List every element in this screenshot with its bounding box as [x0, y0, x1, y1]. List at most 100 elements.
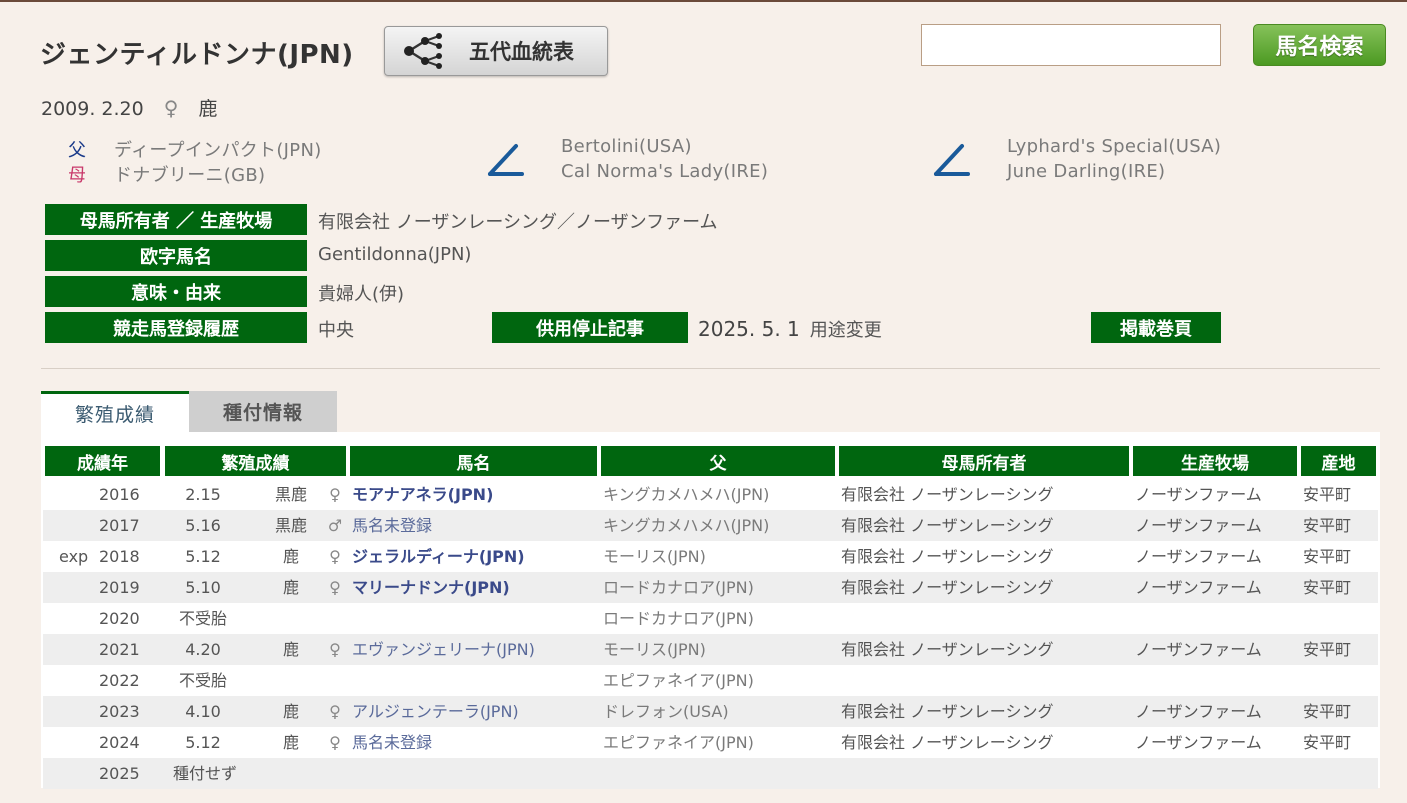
- registry-label: 競走馬登録履歴: [45, 312, 307, 343]
- retire-notice-label: 供用停止記事: [492, 312, 688, 343]
- row-coat-color: 鹿: [282, 733, 299, 752]
- col-header-result: 繁殖成績: [165, 446, 346, 476]
- table-row: 2017 5.16 黒鹿 ♂ 馬名未登録 キングカメハメハ(JPN) 有限会社 ノーザンレー…: [43, 510, 1378, 541]
- tab-stud-info[interactable]: 種付情報: [189, 391, 337, 432]
- pedigree-button[interactable]: 五代血統表: [384, 26, 608, 76]
- row-sire[interactable]: エピファネイア(JPN): [603, 727, 754, 758]
- row-horse-name[interactable]: アルジェンテーラ(JPN): [352, 696, 519, 727]
- row-result: 不受胎: [178, 609, 227, 628]
- col-header-sire: 父: [601, 446, 835, 476]
- row-sire[interactable]: エピファネイア(JPN): [603, 665, 754, 696]
- row-prefix: exp: [59, 547, 89, 566]
- dam-dam-name[interactable]: Cal Norma's Lady(IRE): [561, 161, 768, 182]
- row-prefix: [59, 572, 99, 603]
- row-result: 5.12: [185, 733, 221, 752]
- horse-name-search-button[interactable]: 馬名検索: [1253, 24, 1386, 66]
- col-header-area: 産地: [1301, 446, 1376, 476]
- row-year: 2024: [99, 733, 140, 752]
- col-header-horse-name: 馬名: [350, 446, 597, 476]
- row-owner: 有限会社 ノーザンレーシング: [841, 702, 1054, 721]
- breeding-results-table: 成績年 繁殖成績 馬名 父 母馬所有者 生産牧場 産地 2016 2.15 黒鹿 ♀ モ…: [41, 432, 1380, 789]
- sire-name[interactable]: ディープインパクト(JPN): [114, 136, 322, 162]
- row-area: 安平町: [1303, 516, 1352, 535]
- row-owner: 有限会社 ノーザンレーシング: [841, 547, 1054, 566]
- birth-date: 2009. 2.20: [41, 98, 144, 120]
- row-owner: 有限会社 ノーザンレーシング: [841, 516, 1054, 535]
- row-result: 種付せず: [173, 764, 238, 783]
- owner-farm-label: 母馬所有者 ／ 生産牧場: [45, 204, 307, 235]
- table-row: 2016 2.15 黒鹿 ♀ モアナアネラ(JPN) キングカメハメハ(JPN) 有限会社 …: [43, 479, 1378, 510]
- tab-breeding-results[interactable]: 繁殖成績: [41, 391, 189, 432]
- dam-dam-sire-name[interactable]: Lyphard's Special(USA): [1007, 136, 1221, 157]
- row-sex-symbol: ♀: [329, 485, 341, 504]
- page-title: ジェンティルドンナ(JPN): [40, 40, 354, 70]
- row-farm: ノーザンファーム: [1135, 547, 1262, 566]
- row-sire[interactable]: モーリス(JPN): [603, 541, 706, 572]
- owner-farm-value: 有限会社 ノーザンレーシング／ノーザンファーム: [318, 212, 718, 233]
- row-sex-symbol: ♀: [329, 640, 341, 659]
- roman-name-label: 欧字馬名: [45, 240, 307, 271]
- row-prefix: [59, 696, 99, 727]
- dam-dam-dam-name[interactable]: June Darling(IRE): [1007, 161, 1165, 182]
- row-horse-name[interactable]: エヴァンジェリーナ(JPN): [352, 634, 535, 665]
- dam-name[interactable]: ドナブリーニ(GB): [114, 161, 265, 187]
- row-owner: 有限会社 ノーザンレーシング: [841, 733, 1054, 752]
- section-divider: [41, 368, 1380, 369]
- publication-page-button[interactable]: 掲載巻頁: [1091, 312, 1221, 343]
- row-farm: ノーザンファーム: [1135, 733, 1262, 752]
- table-row: 2023 4.10 鹿 ♀ アルジェンテーラ(JPN) ドレフォン(USA) 有限会社 ノー…: [43, 696, 1378, 727]
- row-prefix: [59, 727, 99, 758]
- row-farm: ノーザンファーム: [1135, 578, 1262, 597]
- coat-color: 鹿: [198, 98, 218, 120]
- row-sire[interactable]: キングカメハメハ(JPN): [603, 479, 769, 510]
- row-coat-color: [271, 758, 311, 789]
- row-area: 安平町: [1303, 578, 1352, 597]
- row-prefix: [59, 665, 99, 696]
- row-result: 5.10: [185, 578, 221, 597]
- row-year: 2019: [99, 578, 140, 597]
- row-area: 安平町: [1303, 485, 1352, 504]
- row-year: 2023: [99, 702, 140, 721]
- table-row: 2025 種付せず: [43, 758, 1378, 789]
- row-result: 4.10: [185, 702, 221, 721]
- row-year: 2016: [99, 485, 140, 504]
- horse-name-search-input[interactable]: [921, 24, 1221, 66]
- sex-symbol: ♀: [163, 96, 179, 120]
- row-sire[interactable]: キングカメハメハ(JPN): [603, 510, 769, 541]
- row-owner: 有限会社 ノーザンレーシング: [841, 485, 1054, 504]
- row-sex-symbol: [325, 603, 345, 634]
- row-horse-name[interactable]: 馬名未登録: [352, 510, 432, 541]
- col-header-owner: 母馬所有者: [839, 446, 1129, 476]
- col-header-year: 成績年: [45, 446, 160, 476]
- row-sire[interactable]: ロードカナロア(JPN): [603, 603, 754, 634]
- dam-sire-name[interactable]: Bertolini(USA): [561, 136, 692, 157]
- row-result: 5.16: [185, 516, 221, 535]
- roman-name-value: Gentildonna(JPN): [318, 244, 472, 265]
- table-row: 2021 4.20 鹿 ♀ エヴァンジェリーナ(JPN) モーリス(JPN) 有限会社 ノー…: [43, 634, 1378, 665]
- row-prefix: [59, 603, 99, 634]
- row-owner: 有限会社 ノーザンレーシング: [841, 578, 1054, 597]
- row-horse-name[interactable]: ジェラルディーナ(JPN): [352, 541, 525, 572]
- birth-line: 2009. 2.20 ♀ 鹿: [41, 94, 232, 121]
- row-coat-color: [271, 665, 311, 696]
- row-farm: ノーザンファーム: [1135, 516, 1262, 535]
- row-sire[interactable]: ロードカナロア(JPN): [603, 572, 754, 603]
- row-horse-name[interactable]: モアナアネラ(JPN): [352, 479, 493, 510]
- row-coat-color: 鹿: [282, 702, 299, 721]
- row-sire[interactable]: モーリス(JPN): [603, 634, 706, 665]
- row-coat-color: 鹿: [282, 547, 299, 566]
- row-coat-color: 鹿: [282, 578, 299, 597]
- row-sex-symbol: [325, 665, 345, 696]
- dam-key: 母: [68, 165, 86, 186]
- row-prefix: [59, 634, 99, 665]
- table-row: 2019 5.10 鹿 ♀ マリーナドンナ(JPN) ロードカナロア(JPN) 有限会社 ノ…: [43, 572, 1378, 603]
- row-result: 2.15: [185, 485, 221, 504]
- row-horse-name[interactable]: 馬名未登録: [352, 727, 432, 758]
- row-farm: ノーザンファーム: [1135, 702, 1262, 721]
- row-sire[interactable]: ドレフォン(USA): [603, 696, 729, 727]
- pedigree-tree-icon: [404, 33, 442, 69]
- row-horse-name[interactable]: マリーナドンナ(JPN): [352, 572, 510, 603]
- row-year: 2018: [99, 547, 140, 566]
- meaning-value: 貴婦人(伊): [318, 284, 405, 305]
- row-year: 2020: [99, 609, 140, 628]
